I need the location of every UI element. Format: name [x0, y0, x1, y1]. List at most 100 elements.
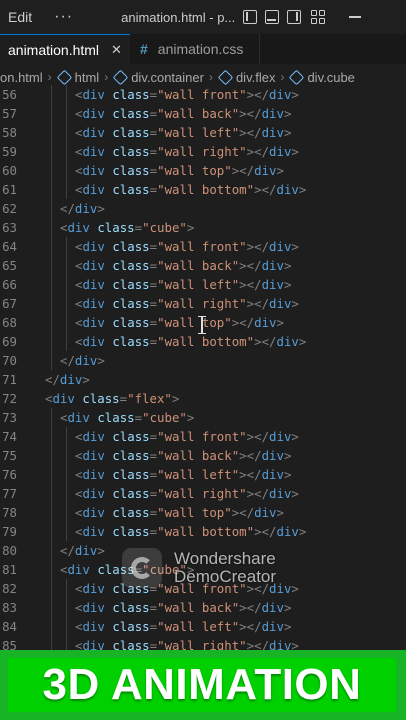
line-number: 80 [2, 543, 17, 558]
line-number: 66 [2, 277, 17, 292]
toggle-primary-sidebar-icon[interactable] [243, 10, 258, 24]
code-line[interactable]: 58 <div class="wall left"></div> [0, 123, 406, 142]
more-menu-button[interactable]: ··· [54, 8, 73, 26]
code-line[interactable]: 73 <div class="cube"> [0, 408, 406, 427]
indent-guide [51, 199, 52, 218]
indent-guide [66, 427, 67, 446]
code-text: <div class="wall back"></div> [75, 106, 292, 121]
code-text: <div class="wall right"></div> [75, 486, 299, 501]
code-line[interactable]: 61 <div class="wall bottom"></div> [0, 180, 406, 199]
toggle-panel-icon[interactable] [265, 10, 280, 24]
indent-guide [51, 237, 52, 256]
code-text: <div class="wall back"></div> [75, 600, 292, 615]
customize-layout-icon[interactable] [311, 10, 326, 24]
breadcrumb-label: div.flex [235, 69, 276, 85]
code-text: <div class="wall left"></div> [75, 467, 292, 482]
code-text: </div> [60, 353, 105, 368]
symbol-element-icon [112, 69, 129, 85]
code-line[interactable]: 74 <div class="wall front"></div> [0, 427, 406, 446]
breadcrumb-separator: › [208, 70, 213, 84]
code-line[interactable]: 69 <div class="wall bottom"></div> [0, 332, 406, 351]
indent-guide [51, 541, 52, 560]
indent-guide [51, 180, 52, 199]
code-line[interactable]: 63 <div class="cube"> [0, 218, 406, 237]
code-text: <div class="wall front"></div> [75, 87, 299, 102]
code-text: <div class="wall bottom"></div> [75, 182, 307, 197]
code-line[interactable]: 84 <div class="wall left"></div> [0, 617, 406, 636]
code-line[interactable]: 83 <div class="wall back"></div> [0, 598, 406, 617]
minimize-window-icon[interactable] [349, 16, 362, 18]
code-line[interactable]: 85 <div class="wall right"></div> [0, 636, 406, 650]
line-number: 73 [2, 410, 17, 425]
code-line[interactable]: 72 <div class="flex"> [0, 389, 406, 408]
code-line[interactable]: 78 <div class="wall top"></div> [0, 503, 406, 522]
watermark-text: Wondershare DemoCreator [174, 550, 276, 586]
breadcrumb-item[interactable]: div.flex [217, 69, 276, 85]
close-tab-icon[interactable]: ✕ [111, 42, 122, 58]
indent-guide [51, 465, 52, 484]
indent-guide [51, 427, 52, 446]
mouse-text-cursor-icon [198, 316, 206, 334]
breadcrumb-item[interactable]: div.container [112, 69, 204, 85]
indent-guide [51, 446, 52, 465]
indent-guide [51, 275, 52, 294]
indent-guide [51, 218, 52, 237]
code-line[interactable]: 66 <div class="wall left"></div> [0, 275, 406, 294]
indent-guide [66, 332, 67, 351]
tab-animation-html[interactable]: animation.html ✕ [0, 34, 130, 64]
code-line[interactable]: 62 </div> [0, 199, 406, 218]
code-line[interactable]: 59 <div class="wall right"></div> [0, 142, 406, 161]
line-number: 78 [2, 505, 17, 520]
indent-guide [51, 104, 52, 123]
indent-guide [51, 85, 52, 104]
indent-guide [51, 332, 52, 351]
breadcrumb-item[interactable]: html [56, 69, 99, 85]
line-number: 62 [2, 201, 17, 216]
watermark-line-1: Wondershare [174, 549, 276, 568]
breadcrumb-separator: › [104, 70, 109, 84]
code-text: <div class="wall top"></div> [75, 505, 284, 520]
indent-guide [66, 85, 67, 104]
code-text: <div class="wall front"></div> [75, 239, 299, 254]
toggle-secondary-sidebar-icon[interactable] [287, 10, 302, 24]
indent-guide [66, 465, 67, 484]
code-line[interactable]: 75 <div class="wall back"></div> [0, 446, 406, 465]
line-number: 56 [2, 87, 17, 102]
line-number: 69 [2, 334, 17, 349]
line-number: 65 [2, 258, 17, 273]
code-line[interactable]: 56 <div class="wall front"></div> [0, 85, 406, 104]
breadcrumb-item[interactable]: on.html [0, 70, 43, 85]
indent-guide [66, 256, 67, 275]
breadcrumb-item[interactable]: div.cube [289, 69, 355, 85]
code-line[interactable]: 65 <div class="wall back"></div> [0, 256, 406, 275]
code-line[interactable]: 77 <div class="wall right"></div> [0, 484, 406, 503]
indent-guide [51, 313, 52, 332]
code-line[interactable]: 76 <div class="wall left"></div> [0, 465, 406, 484]
line-number: 83 [2, 600, 17, 615]
indent-guide [51, 484, 52, 503]
indent-guide [66, 180, 67, 199]
code-line[interactable]: 71 </div> [0, 370, 406, 389]
code-text: <div class="wall bottom"></div> [75, 524, 307, 539]
line-number: 67 [2, 296, 17, 311]
line-number: 60 [2, 163, 17, 178]
watermark-line-2: DemoCreator [174, 567, 277, 586]
code-line[interactable]: 79 <div class="wall bottom"></div> [0, 522, 406, 541]
indent-guide [66, 313, 67, 332]
code-line[interactable]: 60 <div class="wall top"></div> [0, 161, 406, 180]
democreator-logo-icon [122, 548, 162, 588]
indent-guide [51, 522, 52, 541]
code-line[interactable]: 67 <div class="wall right"></div> [0, 294, 406, 313]
indent-guide [66, 294, 67, 313]
indent-guide [51, 579, 52, 598]
tab-animation-css[interactable]: # animation.css [130, 34, 260, 64]
code-text: <div class="wall right"></div> [75, 144, 299, 159]
code-line[interactable]: 57 <div class="wall back"></div> [0, 104, 406, 123]
code-line[interactable]: 64 <div class="wall front"></div> [0, 237, 406, 256]
code-line[interactable]: 70 </div> [0, 351, 406, 370]
indent-guide [51, 617, 52, 636]
indent-guide [66, 598, 67, 617]
indent-guide [51, 142, 52, 161]
line-number: 64 [2, 239, 17, 254]
menu-edit[interactable]: Edit [8, 9, 32, 25]
